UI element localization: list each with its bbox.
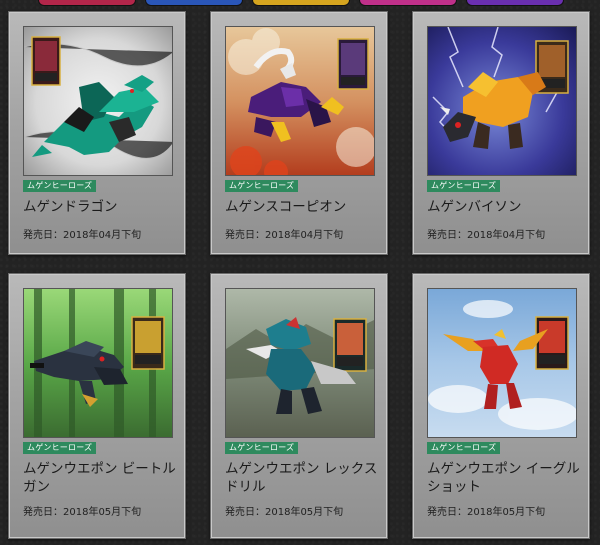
product-image[interactable] xyxy=(427,288,577,438)
product-name[interactable]: ムゲンウエポン レックスドリル xyxy=(225,460,385,496)
beetle-gun-figure-image xyxy=(24,289,172,437)
product-name[interactable]: ムゲンドラゴン xyxy=(23,198,183,216)
product-card-mugen-dragon[interactable]: ムゲンヒーローズ ムゲンドラゴン 発売日：2018年04月下旬 xyxy=(8,11,186,255)
product-name[interactable]: ムゲンウエポン イーグルショット xyxy=(427,460,587,496)
series-tag[interactable]: ムゲンヒーローズ xyxy=(225,180,299,192)
bison-figure-image xyxy=(428,27,576,175)
product-card-eagle-shot[interactable]: ムゲンヒーローズ ムゲンウエポン イーグルショット 発売日：2018年05月下旬 xyxy=(412,273,590,539)
product-card-rex-drill[interactable]: ムゲンヒーローズ ムゲンウエポン レックスドリル 発売日：2018年05月下旬 xyxy=(210,273,388,539)
rex-drill-figure-image xyxy=(226,289,374,437)
release-date: 発売日：2018年04月下旬 xyxy=(225,230,344,241)
series-tag[interactable]: ムゲンヒーローズ xyxy=(23,442,97,454)
category-tab-2[interactable] xyxy=(145,0,243,6)
category-tab-5[interactable] xyxy=(466,0,564,6)
scorpion-figure-image xyxy=(226,27,374,175)
category-tab-4[interactable] xyxy=(359,0,457,6)
release-date: 発売日：2018年04月下旬 xyxy=(23,230,142,241)
category-tabs xyxy=(0,0,600,8)
category-tab-3[interactable] xyxy=(252,0,350,6)
product-name[interactable]: ムゲンバイソン xyxy=(427,198,587,216)
product-card-mugen-scorpion[interactable]: ムゲンヒーローズ ムゲンスコーピオン 発売日：2018年04月下旬 xyxy=(210,11,388,255)
dragon-figure-image xyxy=(24,27,172,175)
category-tab-1[interactable] xyxy=(38,0,136,6)
series-tag[interactable]: ムゲンヒーローズ xyxy=(427,180,501,192)
product-name[interactable]: ムゲンウエポン ビートルガン xyxy=(23,460,183,496)
product-image[interactable] xyxy=(23,288,173,438)
product-image[interactable] xyxy=(23,26,173,176)
release-date: 発売日：2018年05月下旬 xyxy=(427,507,546,518)
product-image[interactable] xyxy=(427,26,577,176)
product-image[interactable] xyxy=(225,288,375,438)
product-name[interactable]: ムゲンスコーピオン xyxy=(225,198,385,216)
product-card-beetle-gun[interactable]: ムゲンヒーローズ ムゲンウエポン ビートルガン 発売日：2018年05月下旬 xyxy=(8,273,186,539)
product-image[interactable] xyxy=(225,26,375,176)
release-date: 発売日：2018年05月下旬 xyxy=(225,507,344,518)
series-tag[interactable]: ムゲンヒーローズ xyxy=(23,180,97,192)
release-date: 発売日：2018年05月下旬 xyxy=(23,507,142,518)
eagle-shot-figure-image xyxy=(428,289,576,437)
product-card-mugen-bison[interactable]: ムゲンヒーローズ ムゲンバイソン 発売日：2018年04月下旬 xyxy=(412,11,590,255)
series-tag[interactable]: ムゲンヒーローズ xyxy=(225,442,299,454)
release-date: 発売日：2018年04月下旬 xyxy=(427,230,546,241)
series-tag[interactable]: ムゲンヒーローズ xyxy=(427,442,501,454)
